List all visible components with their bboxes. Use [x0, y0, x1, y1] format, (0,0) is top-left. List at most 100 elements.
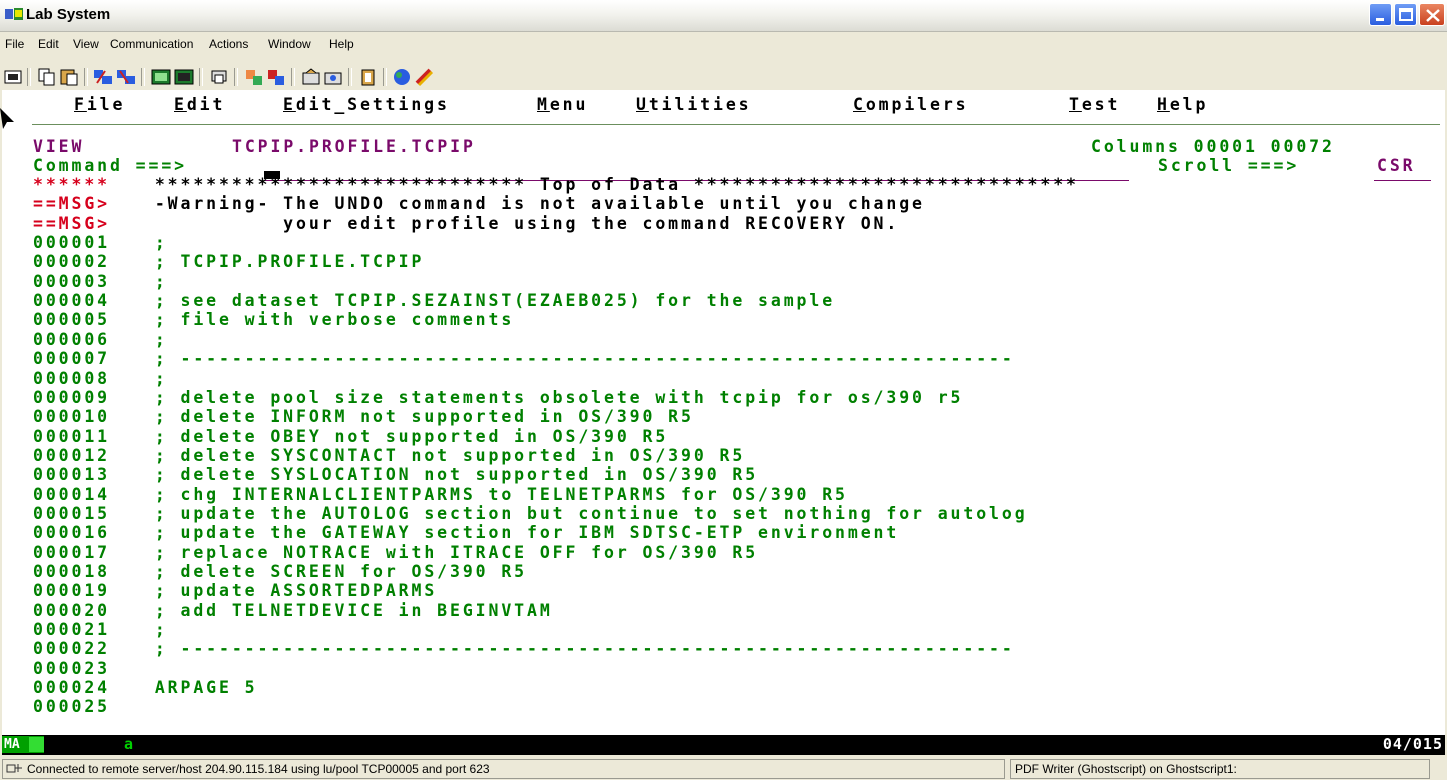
line-number[interactable]: 000007 [33, 350, 110, 368]
line-number[interactable]: 000015 [33, 504, 110, 523]
top-of-data-marker[interactable]: ***************************** Top of Dat… [142, 176, 1079, 194]
terminal-screen[interactable]: File Edit Edit_Settings Menu Utilities C… [2, 90, 1445, 735]
menu-actions[interactable]: Actions [209, 37, 248, 51]
line-number[interactable]: 000009 [33, 388, 110, 407]
data-line[interactable]: ; delete pool size statements obsolete w… [142, 388, 963, 407]
color-map-icon[interactable] [266, 67, 286, 87]
scroll-amount-field[interactable]: CSR [1377, 157, 1416, 175]
data-line[interactable]: ; delete SYSCONTACT not supported in OS/… [142, 446, 745, 465]
oia-cursor-block [29, 737, 44, 752]
scroll-amount-underline [1374, 180, 1431, 181]
connection-status-text: Connected to remote server/host 204.90.1… [27, 762, 490, 776]
line-number[interactable]: 000013 [33, 466, 110, 484]
ispf-menu-file[interactable]: File [74, 95, 125, 114]
help-icon[interactable] [392, 67, 412, 87]
send-file-icon[interactable] [93, 67, 113, 87]
data-line[interactable]: ; delete INFORM not supported in OS/390 … [142, 408, 694, 426]
ispf-menu-compilers[interactable]: Compilers [853, 95, 969, 114]
scroll-label: Scroll ===> [1158, 156, 1300, 175]
line-number[interactable]: ==MSG> [33, 195, 110, 213]
display-icon[interactable] [3, 67, 23, 87]
line-number[interactable]: 000014 [33, 485, 110, 504]
line-number[interactable]: 000016 [33, 524, 110, 542]
print-icon[interactable] [209, 67, 229, 87]
columns-indicator: Columns 00001 00072 [1091, 137, 1335, 156]
data-line[interactable]: ARPAGE 5 [142, 679, 258, 697]
line-number[interactable]: 000020 [33, 601, 110, 620]
menu-help[interactable]: Help [329, 37, 354, 51]
data-line[interactable]: ; --------------------------------------… [142, 640, 1015, 658]
ispf-menu-menu[interactable]: Menu [537, 95, 588, 114]
configure-icon[interactable] [323, 67, 343, 87]
connection-icon [6, 764, 22, 773]
data-line[interactable]: ; [142, 369, 168, 388]
line-number[interactable]: 000003 [33, 272, 110, 291]
receive-file-icon[interactable] [116, 67, 136, 87]
data-line[interactable]: ; [142, 272, 168, 291]
line-number[interactable]: 000021 [33, 621, 110, 639]
data-line[interactable]: ; add TELNETDEVICE in BEGINVTAM [142, 601, 553, 620]
data-line[interactable]: ; [142, 234, 168, 252]
line-number[interactable]: 000005 [33, 311, 110, 329]
data-line[interactable]: ; update the GATEWAY section for IBM SDT… [142, 524, 899, 542]
menu-window[interactable]: Window [268, 37, 311, 51]
menu-edit[interactable]: Edit [38, 37, 59, 51]
data-line[interactable]: ; update ASSORTEDPARMS [142, 582, 437, 600]
line-number[interactable]: 000019 [33, 582, 110, 600]
paste-icon[interactable] [59, 67, 79, 87]
data-line[interactable]: ; delete OBEY not supported in OS/390 R5 [142, 427, 668, 446]
line-number[interactable]: 000022 [33, 640, 110, 658]
data-line[interactable]: ; TCPIP.PROFILE.TCPIP [142, 253, 424, 271]
line-number[interactable]: 000024 [33, 679, 110, 697]
data-line[interactable]: ; --------------------------------------… [142, 350, 1015, 368]
line-number[interactable]: 000017 [33, 543, 110, 562]
operator-info-area: MA a 04/015 [2, 735, 1445, 755]
edit-mode: VIEW [33, 137, 85, 156]
data-line[interactable]: ; [142, 621, 168, 639]
line-number[interactable]: 000002 [33, 253, 110, 271]
data-line[interactable]: ; delete SYSLOCATION not supported in OS… [142, 466, 758, 484]
menu-communication[interactable]: Communication [110, 37, 193, 51]
clipboard-icon[interactable] [358, 67, 378, 87]
message-line[interactable]: your edit profile using the command RECO… [142, 214, 899, 233]
ispf-menu-test[interactable]: Test [1069, 95, 1120, 114]
line-number[interactable]: 000025 [33, 698, 110, 716]
oia-indicator: MA [2, 736, 44, 753]
ispf-menu-help[interactable]: Help [1157, 95, 1208, 114]
data-line[interactable]: ; file with verbose comments [142, 311, 514, 329]
line-number[interactable]: 000011 [33, 427, 110, 446]
maximize-button[interactable] [1394, 3, 1417, 26]
line-number[interactable]: 000023 [33, 659, 110, 678]
macro-play-icon[interactable] [174, 67, 194, 87]
data-line[interactable]: ; [142, 330, 168, 349]
minimize-button[interactable] [1369, 3, 1392, 26]
line-number[interactable]: 000008 [33, 369, 110, 388]
keyboard-icon[interactable] [244, 67, 264, 87]
ispf-menu-utilities[interactable]: Utilities [636, 95, 752, 114]
data-line[interactable]: ; update the AUTOLOG section but continu… [142, 504, 1028, 523]
menu-file[interactable]: File [5, 37, 24, 51]
close-button[interactable] [1419, 3, 1445, 26]
line-number[interactable]: 000018 [33, 563, 110, 581]
oia-session: a [124, 735, 134, 753]
line-number[interactable]: ****** [33, 176, 110, 194]
stop-icon[interactable] [414, 67, 434, 87]
data-line[interactable]: ; see dataset TCPIP.SEZAINST(EZAEB025) f… [142, 292, 835, 310]
message-line[interactable]: -Warning- The UNDO command is not availa… [142, 195, 925, 213]
data-line[interactable]: ; chg INTERNALCLIENTPARMS to TELNETPARMS… [142, 485, 848, 504]
line-number[interactable]: ==MSG> [33, 214, 110, 233]
line-number[interactable]: 000006 [33, 330, 110, 349]
data-line[interactable]: ; replace NOTRACE with ITRACE OFF for OS… [142, 543, 758, 562]
settings-icon[interactable] [301, 67, 321, 87]
close-icon [1426, 9, 1440, 22]
line-number[interactable]: 000004 [33, 292, 110, 310]
line-number[interactable]: 000010 [33, 408, 110, 426]
line-number[interactable]: 000001 [33, 234, 110, 252]
data-line[interactable]: ; delete SCREEN for OS/390 R5 [142, 563, 527, 581]
ispf-menu-edit[interactable]: Edit [174, 95, 225, 114]
ispf-menu-edit-settings[interactable]: Edit_Settings [283, 95, 450, 114]
copy-icon[interactable] [37, 67, 57, 87]
macro-record-icon[interactable] [151, 67, 171, 87]
line-number[interactable]: 000012 [33, 446, 110, 465]
menu-view[interactable]: View [73, 37, 99, 51]
